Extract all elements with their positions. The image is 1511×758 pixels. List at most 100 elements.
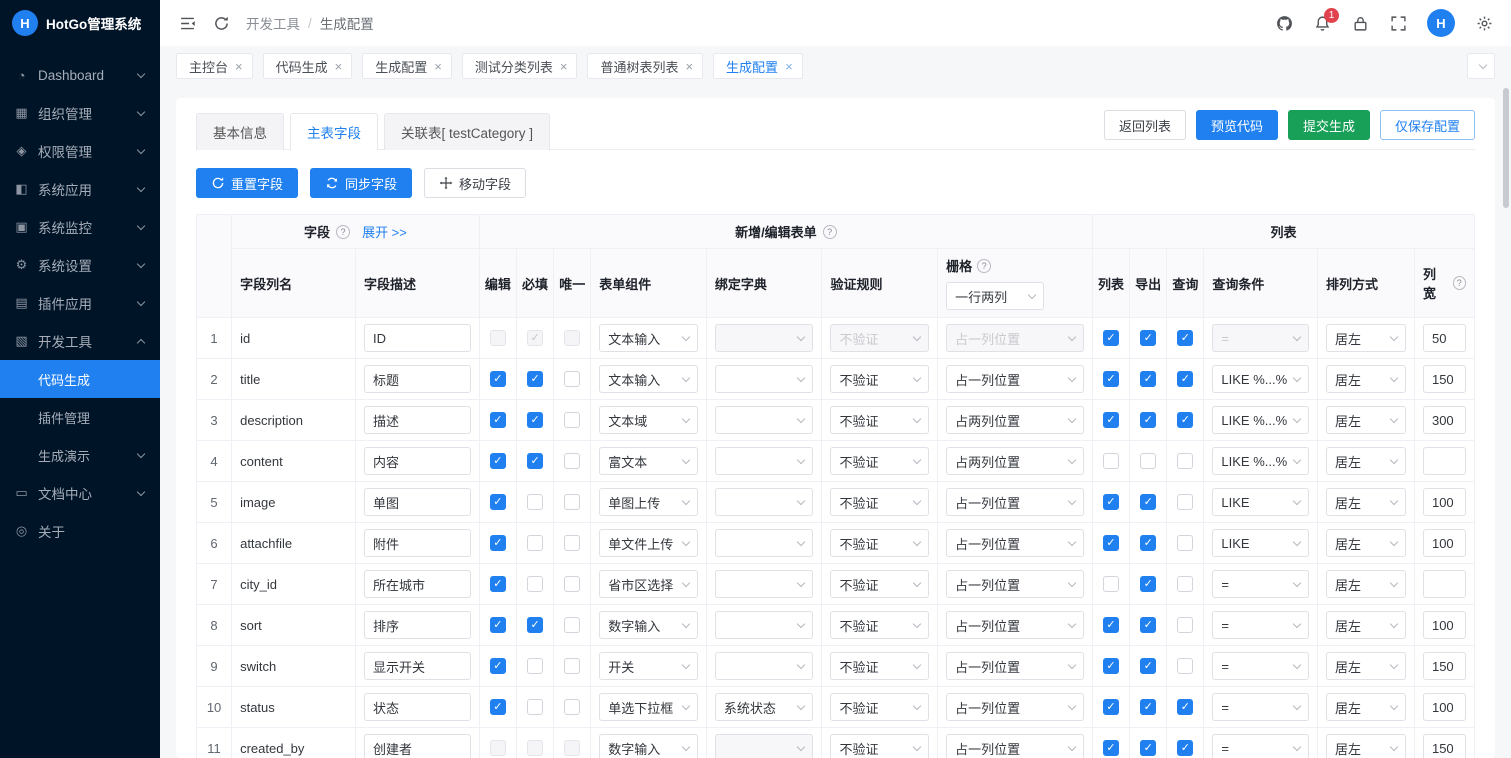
save-config-only-button[interactable]: 仅保存配置 (1380, 110, 1475, 140)
export-checkbox[interactable] (1140, 699, 1156, 715)
list-checkbox[interactable] (1103, 699, 1119, 715)
query-checkbox[interactable] (1177, 658, 1193, 674)
close-icon[interactable] (560, 60, 568, 73)
required-checkbox[interactable] (527, 535, 543, 551)
column-width-input[interactable] (1423, 693, 1466, 721)
vertical-scrollbar[interactable] (1503, 88, 1509, 208)
column-width-input[interactable] (1423, 652, 1466, 680)
validation-rule-select[interactable]: 不验证 (830, 365, 929, 393)
sidebar-item-permission[interactable]: 权限管理 (0, 132, 160, 170)
validation-rule-select[interactable]: 不验证 (830, 406, 929, 434)
align-select[interactable]: 居左 (1326, 529, 1406, 557)
field-desc-input[interactable] (364, 529, 471, 557)
query-condition-select[interactable]: LIKE %...% (1212, 447, 1309, 475)
fullscreen-icon[interactable] (1389, 14, 1407, 32)
route-tab[interactable]: 生成配置 (362, 53, 452, 79)
expand-fields-link[interactable]: 展开 >> (362, 222, 407, 241)
required-checkbox[interactable] (527, 494, 543, 510)
sidebar-item-system-app[interactable]: 系统应用 (0, 170, 160, 208)
query-checkbox[interactable] (1177, 453, 1193, 469)
column-width-input[interactable] (1423, 324, 1466, 352)
grid-position-select[interactable]: 占两列位置 (946, 406, 1084, 434)
list-checkbox[interactable] (1103, 617, 1119, 633)
column-width-input[interactable] (1423, 611, 1466, 639)
tabs-dropdown-button[interactable] (1467, 53, 1495, 79)
dict-select[interactable] (715, 529, 814, 557)
github-icon[interactable] (1275, 14, 1293, 32)
tab-main-fields[interactable]: 主表字段 (290, 113, 378, 150)
required-checkbox[interactable] (527, 453, 543, 469)
field-desc-input[interactable] (364, 734, 471, 758)
edit-checkbox[interactable] (490, 699, 506, 715)
align-select[interactable]: 居左 (1326, 406, 1406, 434)
query-checkbox[interactable] (1177, 371, 1193, 387)
grid-position-select[interactable]: 占一列位置 (946, 652, 1084, 680)
edit-checkbox[interactable] (490, 371, 506, 387)
query-checkbox[interactable] (1177, 699, 1193, 715)
dict-select[interactable]: 系统状态 (715, 693, 814, 721)
export-checkbox[interactable] (1140, 494, 1156, 510)
column-width-input[interactable] (1423, 447, 1466, 475)
field-desc-input[interactable] (364, 652, 471, 680)
form-component-select[interactable]: 省市区选择 (599, 570, 698, 598)
query-checkbox[interactable] (1177, 535, 1193, 551)
app-logo[interactable]: HotGo管理系统 (0, 0, 160, 46)
field-desc-input[interactable] (364, 365, 471, 393)
column-width-input[interactable] (1423, 529, 1466, 557)
dict-select[interactable] (715, 488, 814, 516)
query-condition-select[interactable]: = (1212, 611, 1309, 639)
required-checkbox[interactable] (527, 658, 543, 674)
dict-select[interactable] (715, 365, 814, 393)
edit-checkbox[interactable] (490, 617, 506, 633)
edit-checkbox[interactable] (490, 494, 506, 510)
list-checkbox[interactable] (1103, 412, 1119, 428)
dict-select[interactable] (715, 611, 814, 639)
query-checkbox[interactable] (1177, 617, 1193, 633)
sidebar-item-dev-tools[interactable]: 开发工具 (0, 322, 160, 360)
route-tab[interactable]: 生成配置 (713, 53, 803, 79)
field-desc-input[interactable] (364, 488, 471, 516)
edit-checkbox[interactable] (490, 412, 506, 428)
list-checkbox[interactable] (1103, 740, 1119, 756)
align-select[interactable]: 居左 (1326, 324, 1406, 352)
route-tab[interactable]: 测试分类列表 (462, 53, 578, 79)
query-checkbox[interactable] (1177, 494, 1193, 510)
unique-checkbox[interactable] (564, 576, 580, 592)
align-select[interactable]: 居左 (1326, 611, 1406, 639)
query-condition-select[interactable]: LIKE %...% (1212, 365, 1309, 393)
close-icon[interactable] (335, 60, 343, 73)
sidebar-item-about[interactable]: 关于 (0, 512, 160, 550)
sidebar-item-monitor[interactable]: 系统监控 (0, 208, 160, 246)
validation-rule-select[interactable]: 不验证 (830, 693, 929, 721)
close-icon[interactable] (434, 60, 442, 73)
tab-basic-info[interactable]: 基本信息 (196, 113, 284, 150)
align-select[interactable]: 居左 (1326, 488, 1406, 516)
sidebar-item-settings[interactable]: 系统设置 (0, 246, 160, 284)
list-checkbox[interactable] (1103, 494, 1119, 510)
form-component-select[interactable]: 文本输入 (599, 365, 698, 393)
form-component-select[interactable]: 开关 (599, 652, 698, 680)
query-condition-select[interactable]: = (1212, 693, 1309, 721)
align-select[interactable]: 居左 (1326, 734, 1406, 758)
refresh-icon[interactable] (212, 14, 230, 32)
query-condition-select[interactable]: LIKE (1212, 529, 1309, 557)
submit-generate-button[interactable]: 提交生成 (1288, 110, 1370, 140)
validation-rule-select[interactable]: 不验证 (830, 611, 929, 639)
unique-checkbox[interactable] (564, 658, 580, 674)
required-checkbox[interactable] (527, 576, 543, 592)
query-checkbox[interactable] (1177, 740, 1193, 756)
column-width-input[interactable] (1423, 406, 1466, 434)
grid-position-select[interactable]: 占一列位置 (946, 570, 1084, 598)
field-desc-input[interactable] (364, 570, 471, 598)
form-component-select[interactable]: 富文本 (599, 447, 698, 475)
unique-checkbox[interactable] (564, 617, 580, 633)
list-checkbox[interactable] (1103, 535, 1119, 551)
unique-checkbox[interactable] (564, 535, 580, 551)
sync-fields-button[interactable]: 同步字段 (310, 168, 412, 198)
form-component-select[interactable]: 单选下拉框 (599, 693, 698, 721)
query-condition-select[interactable]: = (1212, 570, 1309, 598)
sidebar-item-dashboard[interactable]: Dashboard (0, 56, 160, 94)
column-width-input[interactable] (1423, 365, 1466, 393)
grid-position-select[interactable]: 占一列位置 (946, 488, 1084, 516)
breadcrumb-item[interactable]: 开发工具 (246, 13, 300, 33)
